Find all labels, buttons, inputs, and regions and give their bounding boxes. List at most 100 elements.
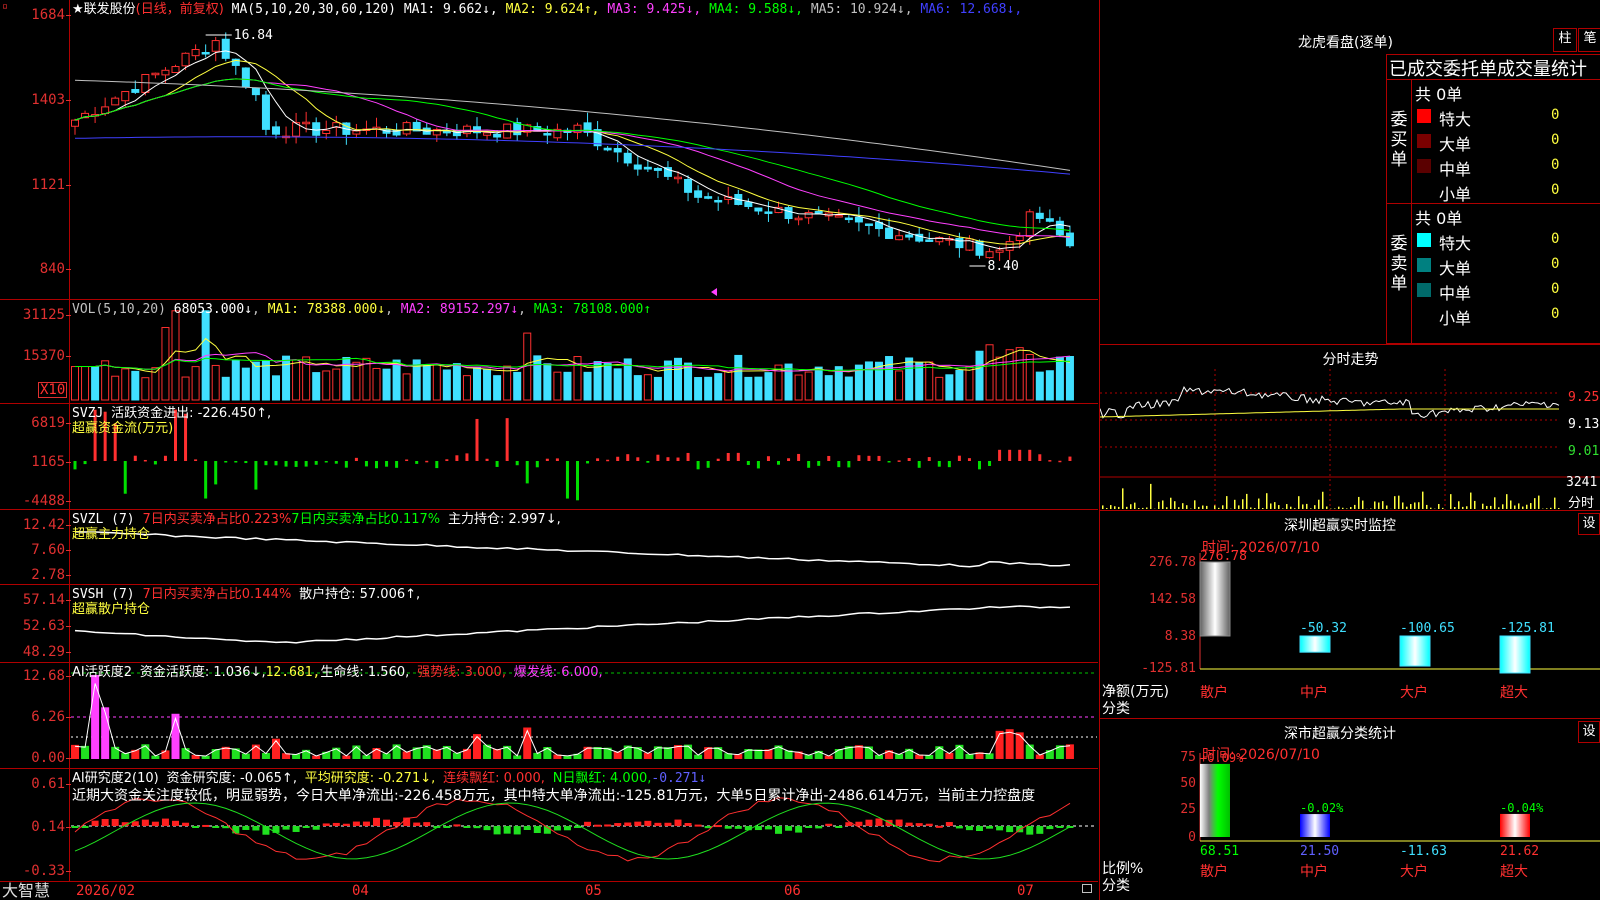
- ai1-a: 资金活跃度: 1.036↓,: [139, 665, 266, 680]
- candle: [653, 167, 662, 171]
- candle: [221, 38, 230, 59]
- flow-bar: [525, 461, 529, 484]
- monitor-value: -125.81: [1500, 621, 1555, 636]
- flow-bar: [576, 461, 579, 501]
- research-bar: [865, 819, 873, 826]
- class-top-value: -0.02%: [1300, 801, 1344, 815]
- volume-bar: [141, 377, 150, 401]
- flow-bar: [254, 461, 258, 490]
- ai-activity-panel[interactable]: 12.68 6.26 0.00 AI活跃度2 资金活跃度: 1.036↓,12.…: [0, 663, 1098, 769]
- vol-ma2: MA2: 89152.297↓: [400, 302, 519, 317]
- candle: [483, 132, 492, 136]
- candle: [864, 223, 873, 226]
- class-bar: [1500, 813, 1530, 837]
- flow-bar: [847, 461, 851, 468]
- intraday-vol-bar: [1466, 506, 1468, 509]
- ai-research-panel[interactable]: 0.61 0.14 -0.33 AI研究度2(10) 资金研究度: -0.065…: [0, 769, 1098, 882]
- flow-bar: [334, 461, 338, 464]
- candle: [151, 72, 160, 76]
- research-bar: [161, 818, 169, 826]
- flow-bar: [857, 455, 861, 461]
- buy-row: 中单00%: [1411, 154, 1600, 179]
- flow-bar: [867, 455, 871, 461]
- volume-bar: [694, 377, 703, 401]
- ai2-c: 连续飘红: 0.000,: [443, 771, 545, 786]
- cursor-marker: [711, 288, 717, 296]
- activity-bar: [864, 746, 873, 759]
- candle: [955, 237, 964, 249]
- volume-bar: [684, 362, 693, 401]
- flow-bar: [746, 461, 750, 465]
- flow-bar: [425, 460, 429, 463]
- candle: [905, 234, 914, 238]
- volume-bar: [1005, 349, 1014, 401]
- vol-tick: 31125: [22, 307, 72, 323]
- volume-bar: [653, 376, 662, 401]
- sell-side-label: 委卖单: [1390, 234, 1408, 294]
- candle: [141, 73, 150, 93]
- flow-bar: [1048, 460, 1052, 462]
- research-bar: [172, 820, 179, 826]
- monitor-tick: 276.78: [1149, 555, 1196, 570]
- svzj-tick: 1165: [31, 454, 71, 470]
- flow-bar: [1038, 454, 1042, 461]
- stock-name[interactable]: ★联发股份: [72, 2, 136, 17]
- intraday-vol-bar: [1326, 506, 1328, 509]
- candle: [804, 211, 813, 219]
- candle: [684, 179, 693, 193]
- bar-mode-button[interactable]: 柱: [1553, 28, 1577, 52]
- candle: [1025, 211, 1034, 237]
- svzl-panel[interactable]: 12.42 7.60 2.78 SVZL (7) 7日内买卖净占比0.223%7…: [0, 510, 1098, 585]
- price-tick: 1121: [31, 177, 71, 193]
- activity-bar: [231, 748, 240, 759]
- research-bar: [925, 823, 933, 826]
- candle: [794, 217, 803, 221]
- intraday-vol-bar: [1298, 496, 1300, 509]
- flow-bar: [123, 461, 127, 494]
- intraday-vol-bar: [1106, 507, 1108, 509]
- row-label: 中单: [1439, 284, 1472, 303]
- candle: [1035, 212, 1044, 219]
- menu-icon[interactable]: ▫: [2, 1, 8, 12]
- flow-bar: [395, 461, 399, 468]
- research-bar: [463, 826, 471, 828]
- intraday-panel[interactable]: 分时走势 9.25 9.13 9.01 3241 分时: [1099, 345, 1600, 511]
- research-bar: [1056, 826, 1064, 828]
- flow-bar: [726, 452, 730, 461]
- volume-bar: [603, 363, 612, 401]
- date-label: 07: [1017, 883, 1034, 899]
- candle: [251, 87, 260, 96]
- volume-panel[interactable]: 31125 15370 X10 VOL(5,10,20) 68053.000↓,…: [0, 300, 1098, 404]
- intraday-vol: 3241: [1566, 475, 1598, 490]
- monitor-category: 中户: [1300, 684, 1328, 701]
- research-bar: [71, 826, 79, 828]
- svsh-panel[interactable]: 57.14 52.63 48.29 SVSH (7) 7日内买卖净占比0.144…: [0, 585, 1098, 663]
- flow-bar: [375, 461, 378, 469]
- svzj-panel[interactable]: 6819 1165 -4488 SVZJ 活跃资金进出: -226.450↑, …: [0, 404, 1098, 510]
- price-panel[interactable]: ▫ 1684 1403 1121 840 16.84 8.40 ★联发股份(日线，…: [0, 0, 1098, 300]
- intraday-tick: 9.13: [1568, 417, 1600, 432]
- activity-bar: [663, 747, 672, 759]
- intraday-vol-bar: [1198, 506, 1200, 509]
- flow-bar: [324, 461, 328, 463]
- chart-mode[interactable]: (日线，前复权): [136, 2, 224, 17]
- volume-bar: [352, 361, 361, 401]
- candle: [694, 190, 703, 198]
- volume-bar: [292, 359, 301, 401]
- svzl-a: 7日内买卖净占比0.223%: [142, 512, 292, 527]
- volume-bar: [965, 365, 974, 401]
- tick-mode-button[interactable]: 笔: [1578, 28, 1600, 52]
- flow-bar: [354, 457, 358, 461]
- intraday-chart[interactable]: [1100, 369, 1600, 511]
- research-bar: [352, 821, 360, 826]
- flow-bar: [153, 461, 157, 465]
- candlestick-chart[interactable]: 16.84 8.40: [71, 0, 1097, 299]
- lock-icon[interactable]: [1082, 884, 1092, 893]
- volume-bar: [915, 362, 924, 401]
- ai1-tick: 6.26: [31, 709, 71, 725]
- research-bar: [674, 819, 682, 826]
- order-stats-title: 已成交委托单成交量统计: [1389, 59, 1587, 80]
- intraday-vol-bar: [1186, 505, 1188, 509]
- research-bar: [785, 826, 793, 831]
- research-bar: [282, 826, 290, 830]
